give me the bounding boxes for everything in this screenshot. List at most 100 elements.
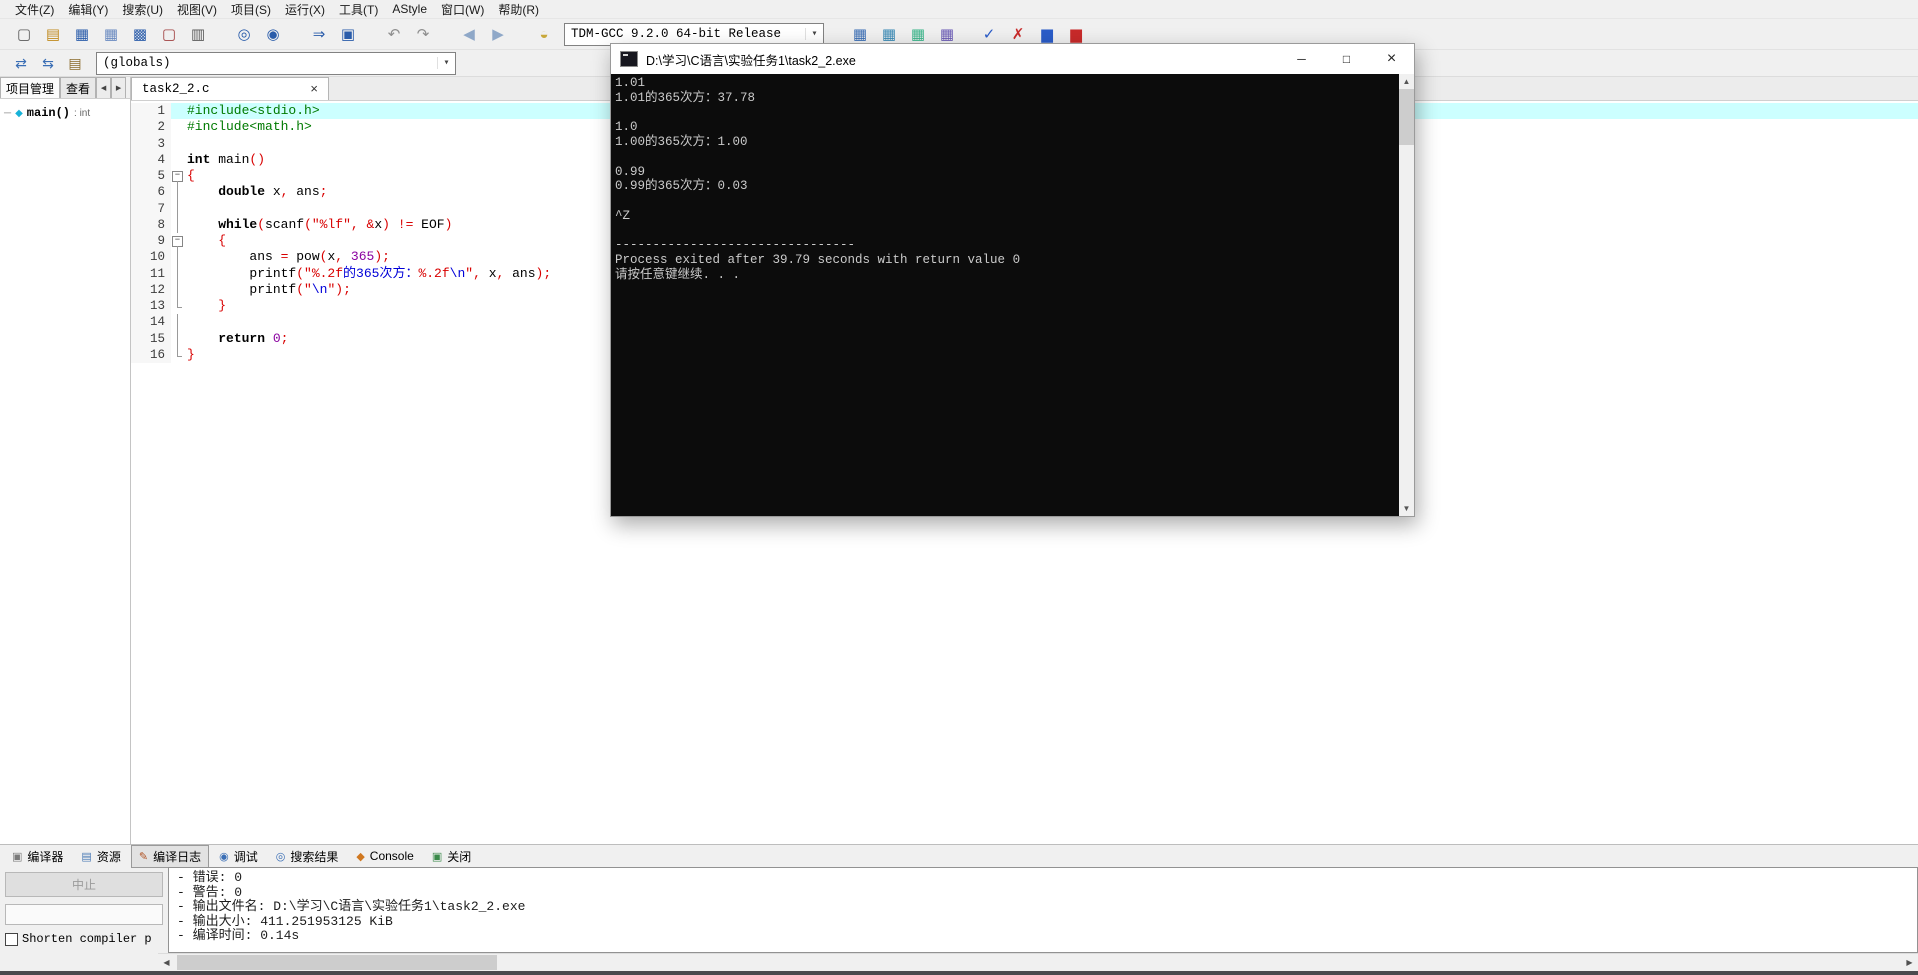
abort-button[interactable]: 中止 [5,872,163,897]
menu-item[interactable]: 搜索(U) [115,0,170,19]
close-icon[interactable]: × [308,82,320,97]
line-number[interactable]: 8 [131,216,171,233]
line-number[interactable]: 14 [131,314,171,331]
toolbar-separator [365,34,377,35]
menu-item[interactable]: 帮助(R) [491,0,546,19]
redo-icon[interactable]: ↷ [411,22,435,46]
line-number[interactable]: 1 [131,103,171,120]
replace-icon[interactable]: ◉ [261,22,285,46]
console-line: 1.0 [615,120,638,135]
console-body: 1.01 1.01的365次方：37.78 1.0 1.00的365次方：1.00 … [611,74,1414,516]
menu-item[interactable]: 文件(Z) [8,0,61,19]
menu-item[interactable]: 项目(S) [224,0,278,19]
line-number[interactable]: 6 [131,184,171,201]
bottom-tab-label: 资源 [96,849,121,864]
line-number[interactable]: 9 [131,233,171,250]
compile-log-panel: 中止 Shorten compiler p - 错误: 0- 警告: 0- 输出… [0,867,1918,953]
line-number[interactable]: 7 [131,200,171,217]
scroll-right-icon[interactable]: ▶ [1901,954,1918,971]
fold-gutter[interactable]: − [171,168,184,185]
open-file-icon[interactable]: ▤ [41,22,65,46]
line-number[interactable]: 4 [131,151,171,168]
forward-icon[interactable]: ▶ [486,22,510,46]
close-button[interactable]: × [1369,44,1414,74]
console-output[interactable]: 1.01 1.01的365次方：37.78 1.0 1.00的365次方：1.00 … [611,74,1399,516]
fold-collapse-icon[interactable]: − [172,236,183,247]
save-as-icon[interactable]: ▦ [99,22,123,46]
compile-log-output[interactable]: - 错误: 0- 警告: 0- 输出文件名: D:\学习\C语言\实验任务1\t… [168,867,1918,953]
scrollbar-track[interactable] [1399,89,1414,501]
sidebar-tabs-scroll-left-icon[interactable]: ◀ [96,77,112,98]
line-number[interactable]: 3 [131,135,171,152]
sidebar-tabs-scroll-right-icon[interactable]: ▶ [111,77,127,98]
tab-close[interactable]: ▣ 关闭 [424,845,479,868]
menu-item[interactable]: 窗口(W) [434,0,491,19]
console-app-icon [620,51,638,67]
console-line: 1.01 [615,76,646,90]
line-number[interactable]: 5 [131,168,171,185]
editor-tab-task2_2[interactable]: task2_2.c × [131,77,329,100]
tab-debug[interactable]: ◉ 调试 [211,845,266,868]
close-file-icon[interactable]: ▢ [157,22,181,46]
sidebar-tab-project[interactable]: 项目管理 [0,77,61,98]
line-number[interactable]: 10 [131,249,171,266]
undo-icon[interactable]: ↶ [382,22,406,46]
scrollbar-thumb[interactable] [1399,89,1414,145]
goto-declaration-icon[interactable]: ⇆ [37,52,59,74]
scrollbar-thumb[interactable] [177,955,497,970]
scrollbar-track[interactable] [175,954,1901,971]
console-scrollbar[interactable]: ▲ ▼ [1399,74,1414,516]
line-number[interactable]: 16 [131,346,171,363]
tab-compiler[interactable]: ▣ 编译器 [4,845,71,868]
scroll-up-icon[interactable]: ▲ [1399,74,1414,89]
save-all-icon[interactable]: ▩ [128,22,152,46]
scroll-down-icon[interactable]: ▼ [1399,501,1414,516]
console-line: 1.00的365次方：1.00 [615,135,748,149]
class-browser-icon[interactable]: ▤ [64,52,86,74]
menu-item[interactable]: 工具(T) [332,0,385,19]
tab-console[interactable]: ◆ Console [348,846,422,866]
line-number[interactable]: 11 [131,265,171,282]
back-icon[interactable]: ◀ [457,22,481,46]
print-icon[interactable]: ▥ [186,22,210,46]
swap-header-source-icon[interactable]: ⇄ [10,52,32,74]
tree-branch-icon: ─ [4,107,12,119]
menu-item[interactable]: AStyle [385,1,434,17]
fold-gutter[interactable]: − [171,233,184,250]
class-browser-tree[interactable]: ─ ◆ main(): int [0,99,130,844]
fold-gutter [171,200,184,218]
maximize-button[interactable]: □ [1324,44,1369,74]
toolbar-separator [290,34,302,35]
line-number[interactable]: 12 [131,281,171,298]
tab-compile-log[interactable]: ✎ 编译日志 [130,844,210,868]
log-line: - 警告: 0 [177,884,243,900]
comment-balloon-icon[interactable]: ◒ [532,22,556,46]
tree-item-main[interactable]: ─ ◆ main(): int [4,105,126,121]
tab-search-results[interactable]: ◎ 搜索结果 [268,845,347,868]
menu-item[interactable]: 编辑(Y) [61,0,115,19]
compile-progress-field[interactable] [5,904,163,925]
line-number[interactable]: 2 [131,119,171,136]
chevron-down-icon: ▾ [437,57,455,69]
globals-select[interactable]: (globals) ▾ [96,51,456,75]
bookmark-icon[interactable]: ▣ [336,22,360,46]
line-number[interactable]: 13 [131,298,171,315]
line-number[interactable]: 15 [131,330,171,347]
bottom-panel: ▣ 编译器 ▤ 资源 ✎ 编译日志 ◉ 调试 ◎ 搜索结果 ◆ Console ▣ 关闭 中止 Short… [0,844,1918,975]
new-file-icon[interactable]: ▢ [12,22,36,46]
goto-line-icon[interactable]: ⇒ [307,22,331,46]
horizontal-scrollbar[interactable]: ◀ ▶ [158,953,1918,971]
fold-collapse-icon[interactable]: − [172,171,183,182]
menu-item[interactable]: 视图(V) [170,0,224,19]
scroll-left-icon[interactable]: ◀ [158,954,175,971]
shorten-compiler-checkbox[interactable] [5,932,18,946]
console-titlebar[interactable]: D:\学习\C语言\实验任务1\task2_2.exe ─ □ × [611,44,1414,74]
tab-resources[interactable]: ▤ 资源 [73,845,128,868]
fold-gutter [171,103,184,120]
minimize-button[interactable]: ─ [1279,44,1324,74]
find-icon[interactable]: ◎ [232,22,256,46]
sidebar-tab-view[interactable]: 查看 [60,77,97,98]
save-icon[interactable]: ▦ [70,22,94,46]
menu-item[interactable]: 运行(X) [278,0,332,19]
